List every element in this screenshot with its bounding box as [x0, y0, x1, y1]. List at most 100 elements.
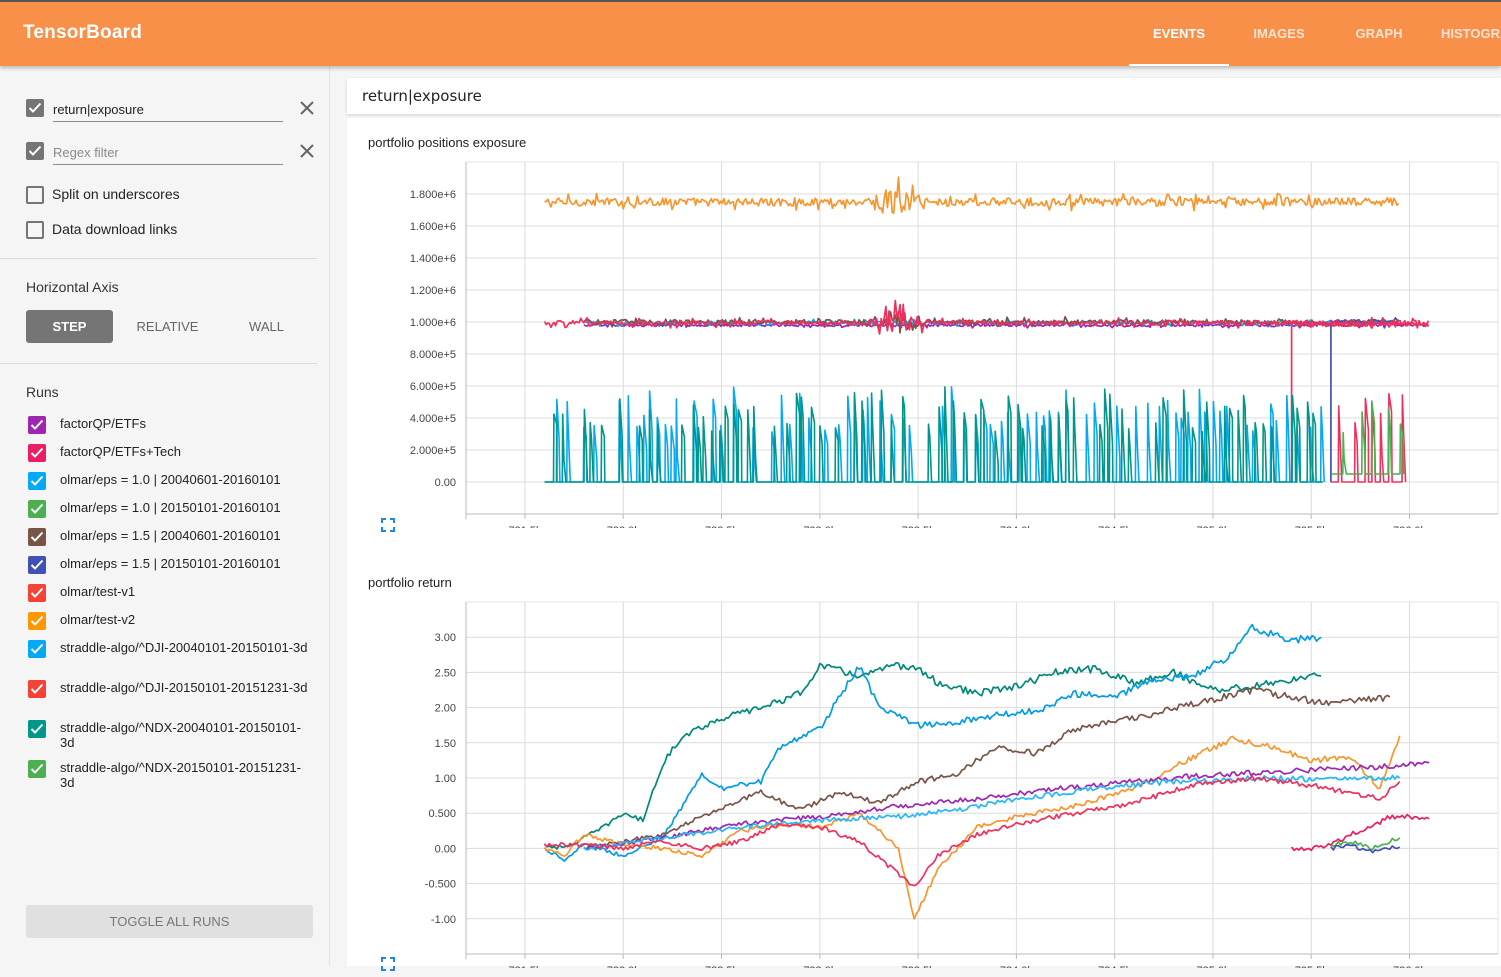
x-tick-label: 735.0k	[1196, 965, 1230, 968]
x-tick-label: 731.5k	[508, 965, 542, 968]
run-label: straddle-algo/^NDX-20040101-20150101-3d	[60, 720, 301, 750]
y-tick-label: 1.200e+6	[410, 285, 456, 297]
run-checkbox[interactable]	[28, 612, 46, 630]
y-tick-label: 3.00	[435, 632, 456, 644]
run-item[interactable]: olmar/eps = 1.5 | 20150101-20160101	[26, 554, 326, 582]
tab-graph[interactable]: GRAPH	[1329, 2, 1429, 66]
x-tick-label: 732.5k	[705, 525, 739, 528]
run-label: olmar/test-v1	[60, 584, 136, 599]
run-checkbox[interactable]	[28, 528, 46, 546]
run-checkbox[interactable]	[28, 640, 46, 658]
run-item[interactable]: factorQP/ETFs+Tech	[26, 442, 326, 470]
x-tick-label: 733.0k	[803, 525, 837, 528]
y-tick-label: 1.600e+6	[410, 221, 456, 233]
return-chart[interactable]: -1.00 -0.500 0.00 0.500 1.00 1.50 2.00 2.50 3.00…	[347, 598, 1501, 968]
tag-group-title: return|exposure	[362, 87, 482, 105]
data-download-links-checkbox[interactable]	[26, 221, 44, 239]
run-label: olmar/eps = 1.0 | 20150101-20160101	[60, 500, 281, 515]
y-tick-label: -1.00	[431, 914, 456, 926]
run-item[interactable]: factorQP/ETFs	[26, 414, 326, 442]
y-tick-label: 2.000e+5	[410, 445, 456, 457]
tag-filter-input[interactable]	[53, 98, 283, 122]
y-tick-label: 1.800e+6	[410, 189, 456, 201]
run-item[interactable]: olmar/test-v1	[26, 582, 326, 610]
y-tick-label: 1.400e+6	[410, 253, 456, 265]
run-checkbox[interactable]	[28, 416, 46, 434]
main-content: return|exposure portfolio positions expo…	[347, 78, 1501, 971]
run-label: straddle-algo/^DJI-20150101-20151231-3d	[60, 680, 308, 695]
check-icon	[30, 615, 44, 626]
run-checkbox[interactable]	[28, 500, 46, 518]
run-item[interactable]: olmar/eps = 1.0 | 20040601-20160101	[26, 470, 326, 498]
check-icon	[28, 102, 42, 113]
exposure-chart[interactable]: 0.00 2.000e+5 4.000e+5 6.000e+5 8.000e+5 1.00…	[347, 158, 1501, 528]
clear-regex-filter-button[interactable]	[298, 142, 316, 160]
clear-tag-filter-button[interactable]	[298, 99, 316, 117]
close-icon	[300, 101, 314, 115]
check-icon	[30, 723, 44, 734]
run-item[interactable]: olmar/eps = 1.5 | 20040601-20160101	[26, 526, 326, 554]
expand-chart-button[interactable]	[380, 517, 396, 533]
run-item[interactable]: olmar/eps = 1.0 | 20150101-20160101	[26, 498, 326, 526]
tag-filter-checkbox[interactable]	[26, 99, 44, 117]
check-icon	[30, 587, 44, 598]
run-checkbox[interactable]	[28, 720, 46, 738]
toggle-all-runs-button[interactable]: TOGGLE ALL RUNS	[26, 905, 313, 938]
run-checkbox[interactable]	[28, 444, 46, 462]
run-item[interactable]: straddle-algo/^NDX-20040101-20150101-3d	[26, 718, 326, 758]
run-item[interactable]: straddle-algo/^DJI-20150101-20151231-3d	[26, 678, 326, 718]
run-item[interactable]: straddle-algo/^DJI-20040101-20150101-3d	[26, 638, 326, 678]
axis-wall-button[interactable]: WALL	[223, 310, 310, 343]
run-label: olmar/eps = 1.5 | 20040601-20160101	[60, 528, 281, 543]
run-item[interactable]: straddle-algo/^NDX-20150101-20151231-3d	[26, 758, 326, 798]
tab-histograms[interactable]: HISTOGRAMS	[1429, 2, 1501, 66]
run-label: olmar/eps = 1.0 | 20040601-20160101	[60, 472, 281, 487]
y-tick-label: 2.50	[435, 667, 456, 679]
run-label: olmar/eps = 1.5 | 20150101-20160101	[60, 556, 281, 571]
check-icon	[30, 531, 44, 542]
tab-images[interactable]: IMAGES	[1229, 2, 1329, 66]
x-tick-label: 732.0k	[607, 965, 641, 968]
run-checkbox[interactable]	[28, 556, 46, 574]
check-icon	[30, 419, 44, 430]
x-tick-label: 732.0k	[607, 525, 641, 528]
tab-events[interactable]: EVENTS	[1129, 2, 1229, 66]
y-tick-label: -0.500	[425, 879, 456, 891]
divider	[0, 363, 317, 364]
expand-chart-button[interactable]	[380, 956, 396, 972]
y-tick-label: 1.00	[435, 773, 456, 785]
run-checkbox[interactable]	[28, 760, 46, 778]
x-tick-label: 733.5k	[902, 525, 936, 528]
run-checkbox[interactable]	[28, 680, 46, 698]
x-tick-label: 735.5k	[1295, 525, 1329, 528]
x-tick-label: 731.5k	[508, 525, 542, 528]
check-icon	[30, 503, 44, 514]
run-item[interactable]: olmar/test-v2	[26, 610, 326, 638]
x-tick-label: 734.0k	[1000, 525, 1034, 528]
check-icon	[30, 475, 44, 486]
y-tick-label: 2.00	[435, 703, 456, 715]
data-download-links-label: Data download links	[52, 221, 178, 237]
split-underscores-checkbox[interactable]	[26, 186, 44, 204]
nav-tabs: EVENTS IMAGES GRAPH HISTOGRAMS	[1129, 2, 1501, 66]
regex-filter-row	[26, 141, 326, 177]
chart-cards: portfolio positions exposure 0.00 2.000e+…	[347, 118, 1501, 971]
tag-group-header[interactable]: return|exposure	[347, 78, 1501, 114]
x-tick-label: 734.5k	[1098, 525, 1132, 528]
run-label: straddle-algo/^NDX-20150101-20151231-3d	[60, 760, 301, 790]
x-tick-label: 736.0k	[1393, 525, 1427, 528]
check-icon	[30, 643, 44, 654]
run-label: straddle-algo/^DJI-20040101-20150101-3d	[60, 640, 308, 655]
run-checkbox[interactable]	[28, 584, 46, 602]
x-tick-label: 734.0k	[1000, 965, 1034, 968]
fullscreen-icon	[381, 957, 395, 971]
regex-filter-input[interactable]	[53, 141, 283, 165]
axis-step-button[interactable]: STEP	[26, 310, 113, 343]
x-tick-label: 733.5k	[902, 965, 936, 968]
x-tick-label: 735.5k	[1295, 965, 1329, 968]
regex-filter-checkbox[interactable]	[26, 142, 44, 160]
y-tick-label: 0.00	[435, 477, 456, 489]
divider	[0, 258, 317, 259]
run-checkbox[interactable]	[28, 472, 46, 490]
axis-relative-button[interactable]: RELATIVE	[124, 310, 211, 343]
